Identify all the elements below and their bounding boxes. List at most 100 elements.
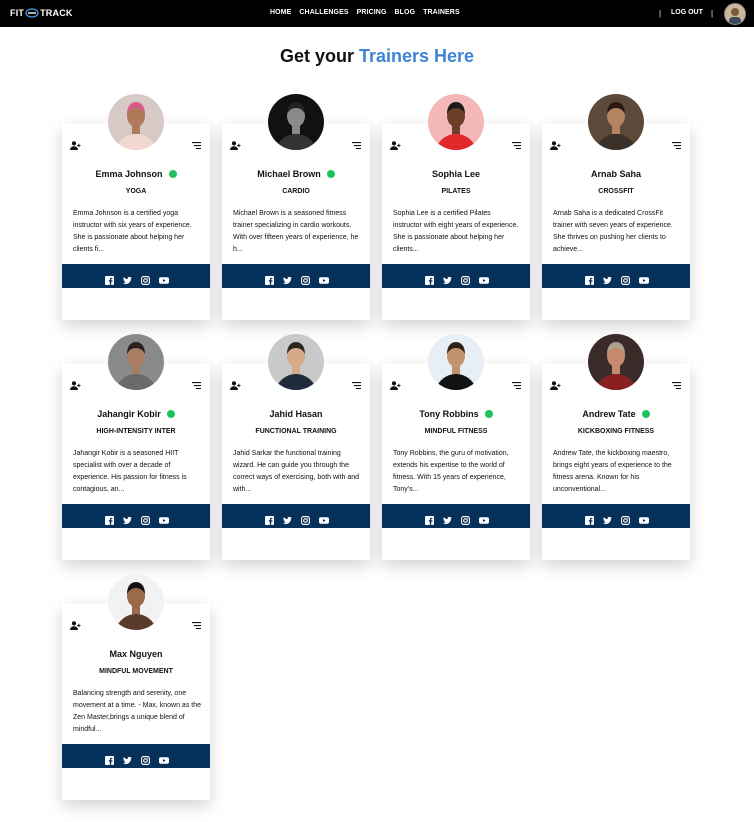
brand-logo[interactable]: FIT TRACK bbox=[10, 7, 73, 19]
youtube-icon[interactable] bbox=[158, 512, 169, 524]
add-user-icon[interactable] bbox=[390, 377, 401, 390]
trainer-card[interactable]: Max Nguyen MINDFUL MOVEMENT Balancing stre… bbox=[62, 574, 210, 800]
trainer-card[interactable]: Michael Brown CARDIO Michael Brown is a se… bbox=[222, 94, 370, 320]
menu-icon[interactable] bbox=[672, 136, 681, 150]
instagram-icon[interactable] bbox=[460, 512, 470, 525]
twitter-icon[interactable] bbox=[122, 272, 132, 284]
add-user-icon[interactable] bbox=[70, 377, 81, 390]
trainer-name-row: Sophia Lee bbox=[382, 169, 530, 179]
instagram-icon[interactable] bbox=[620, 512, 630, 525]
trainer-name-row: Emma Johnson bbox=[62, 169, 210, 179]
facebook-icon[interactable] bbox=[424, 272, 434, 285]
facebook-icon[interactable] bbox=[104, 272, 114, 285]
trainer-name-row: Jahid Hasan bbox=[222, 409, 370, 419]
instagram-icon[interactable] bbox=[140, 512, 150, 525]
add-user-icon[interactable] bbox=[70, 617, 81, 630]
nav-pricing[interactable]: PRICING bbox=[357, 9, 387, 16]
trainer-photo[interactable] bbox=[428, 94, 484, 150]
nav-separator: | bbox=[711, 9, 714, 18]
trainer-photo[interactable] bbox=[268, 94, 324, 150]
trainer-bio: Andrew Tate, the kickboxing maestro, bri… bbox=[553, 450, 672, 493]
nav-trainers[interactable]: TRAINERS bbox=[423, 9, 460, 16]
instagram-icon[interactable] bbox=[300, 272, 310, 285]
twitter-icon[interactable] bbox=[122, 512, 132, 524]
twitter-icon[interactable] bbox=[282, 272, 292, 284]
trainer-photo[interactable] bbox=[108, 94, 164, 150]
instagram-icon[interactable] bbox=[140, 752, 150, 765]
facebook-icon[interactable] bbox=[104, 752, 114, 765]
social-links bbox=[62, 504, 210, 528]
instagram-icon[interactable] bbox=[620, 272, 630, 285]
youtube-icon[interactable] bbox=[638, 512, 649, 524]
online-status-dot bbox=[168, 170, 177, 178]
online-status-dot bbox=[166, 410, 175, 418]
twitter-icon[interactable] bbox=[282, 512, 292, 524]
trainer-card[interactable]: Andrew Tate KICKBOXING FITNESS Andrew Tate… bbox=[542, 334, 690, 560]
trainer-card[interactable]: Jahid Hasan FUNCTIONAL TRAINING Jahid Sark… bbox=[222, 334, 370, 560]
title-accent: Trainers Here bbox=[358, 46, 475, 66]
online-status-dot bbox=[641, 410, 650, 418]
menu-icon[interactable] bbox=[192, 136, 201, 150]
trainer-card[interactable]: Arnab Saha CROSSFIT Arnab Saha is a dedica… bbox=[542, 94, 690, 320]
youtube-icon[interactable] bbox=[158, 272, 169, 284]
twitter-icon[interactable] bbox=[602, 512, 612, 524]
brand-left: FIT bbox=[10, 8, 25, 18]
trainer-card[interactable]: Tony Robbins MINDFUL FITNESS Tony Robbins,… bbox=[382, 334, 530, 560]
twitter-icon[interactable] bbox=[442, 512, 452, 524]
menu-icon[interactable] bbox=[672, 376, 681, 390]
instagram-icon[interactable] bbox=[460, 272, 470, 285]
youtube-icon[interactable] bbox=[158, 752, 169, 764]
trainer-name: Tony Robbins bbox=[419, 409, 479, 419]
facebook-icon[interactable] bbox=[104, 512, 114, 525]
add-user-icon[interactable] bbox=[70, 137, 81, 150]
youtube-icon[interactable] bbox=[318, 512, 329, 524]
menu-icon[interactable] bbox=[192, 616, 201, 630]
trainer-card[interactable]: Jahangir Kobir HIGH-INTENSITY INTER Jahang… bbox=[62, 334, 210, 560]
trainer-bio: Michael Brown is a seasoned fitness trai… bbox=[233, 210, 359, 253]
nav-challenges[interactable]: CHALLENGES bbox=[299, 9, 348, 16]
twitter-icon[interactable] bbox=[442, 272, 452, 284]
trainer-photo[interactable] bbox=[588, 94, 644, 150]
menu-icon[interactable] bbox=[352, 376, 361, 390]
user-avatar[interactable] bbox=[724, 3, 746, 25]
trainer-photo[interactable] bbox=[108, 574, 164, 630]
nav-blog[interactable]: BLOG bbox=[395, 9, 416, 16]
nav-home[interactable]: HOME bbox=[270, 9, 291, 16]
add-user-icon[interactable] bbox=[230, 377, 241, 390]
trainer-card[interactable]: Emma Johnson YOGA Emma Johnson is a certif… bbox=[62, 94, 210, 320]
add-user-icon[interactable] bbox=[230, 137, 241, 150]
facebook-icon[interactable] bbox=[424, 512, 434, 525]
trainer-name: Jahid Hasan bbox=[269, 409, 323, 419]
facebook-icon[interactable] bbox=[264, 512, 274, 525]
facebook-icon[interactable] bbox=[264, 272, 274, 285]
dumbbell-icon bbox=[25, 8, 39, 18]
facebook-icon[interactable] bbox=[584, 512, 594, 525]
logout-link[interactable]: LOG OUT bbox=[671, 9, 703, 16]
twitter-icon[interactable] bbox=[122, 752, 132, 764]
trainer-name: Max Nguyen bbox=[109, 649, 163, 659]
trainer-name: Andrew Tate bbox=[582, 409, 636, 419]
trainer-card[interactable]: Sophia Lee PILATES Sophia Lee is a certifi… bbox=[382, 94, 530, 320]
instagram-icon[interactable] bbox=[300, 512, 310, 525]
trainer-bio: Balancing strength and serenity, one mov… bbox=[73, 690, 201, 733]
facebook-icon[interactable] bbox=[584, 272, 594, 285]
add-user-icon[interactable] bbox=[550, 137, 561, 150]
menu-icon[interactable] bbox=[512, 376, 521, 390]
trainer-photo[interactable] bbox=[588, 334, 644, 390]
trainer-photo[interactable] bbox=[268, 334, 324, 390]
menu-icon[interactable] bbox=[352, 136, 361, 150]
youtube-icon[interactable] bbox=[318, 272, 329, 284]
menu-icon[interactable] bbox=[512, 136, 521, 150]
youtube-icon[interactable] bbox=[638, 272, 649, 284]
instagram-icon[interactable] bbox=[140, 272, 150, 285]
menu-icon[interactable] bbox=[192, 376, 201, 390]
trainer-photo[interactable] bbox=[108, 334, 164, 390]
online-status-dot bbox=[484, 410, 493, 418]
add-user-icon[interactable] bbox=[390, 137, 401, 150]
add-user-icon[interactable] bbox=[550, 377, 561, 390]
social-links bbox=[62, 744, 210, 768]
twitter-icon[interactable] bbox=[602, 272, 612, 284]
trainer-photo[interactable] bbox=[428, 334, 484, 390]
youtube-icon[interactable] bbox=[478, 272, 489, 284]
youtube-icon[interactable] bbox=[478, 512, 489, 524]
